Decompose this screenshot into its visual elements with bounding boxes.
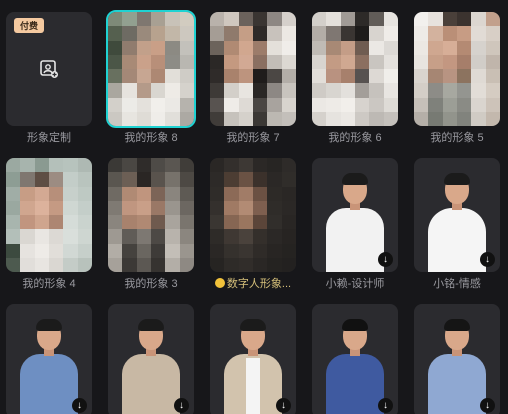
download-icon[interactable]: ↓ (378, 252, 393, 267)
coin-icon (214, 278, 225, 288)
download-icon[interactable]: ↓ (276, 398, 291, 413)
avatar-label: 我的形象 6 (328, 132, 382, 144)
avatar-label: 我的形象 4 (22, 278, 76, 290)
avatar-grid: 付费 形象定制 我的形象 8 我的形象 7 我的形象 6 我的形象 5 我的形象… (0, 0, 508, 414)
avatar-cell[interactable]: 数字人形象... (210, 158, 296, 292)
avatar-cell[interactable]: ↓ 小铭-情感 (414, 158, 500, 292)
download-icon[interactable]: ↓ (174, 398, 189, 413)
avatar-cell[interactable]: ↓ (108, 304, 194, 414)
avatar-thumbnail[interactable] (210, 158, 296, 272)
download-icon[interactable]: ↓ (480, 398, 495, 413)
avatar-cell[interactable]: ↓ (312, 304, 398, 414)
avatar-label: 小铭-情感 (433, 278, 481, 290)
avatar-cell[interactable]: 我的形象 3 (108, 158, 194, 292)
pixelated-photo (108, 12, 194, 126)
paid-badge: 付费 (14, 18, 45, 33)
avatar-cell[interactable]: ↓ 小赖-设计师 (312, 158, 398, 292)
avatar-label: 我的形象 8 (124, 132, 178, 144)
avatar-thumbnail[interactable]: ↓ (108, 304, 194, 414)
avatar-thumbnail[interactable]: ↓ (414, 304, 500, 414)
avatar-label: 数字人形象... (210, 276, 296, 292)
avatar-thumbnail[interactable]: ↓ (312, 304, 398, 414)
avatar-thumbnail[interactable] (108, 158, 194, 272)
avatar-cell[interactable]: ↓ (414, 304, 500, 414)
avatar-custom-card[interactable]: 付费 (6, 12, 92, 126)
avatar-cell[interactable]: 我的形象 7 (210, 12, 296, 146)
avatar-thumbnail[interactable] (6, 158, 92, 272)
avatar-thumbnail[interactable] (414, 12, 500, 126)
avatar-label: 小赖-设计师 (325, 278, 385, 290)
pixelated-photo (210, 12, 296, 126)
avatar-label: 我的形象 3 (124, 278, 178, 290)
download-icon[interactable]: ↓ (378, 398, 393, 413)
pixelated-photo (210, 158, 296, 272)
avatar-thumbnail[interactable]: ↓ (312, 158, 398, 272)
pixelated-photo (414, 12, 500, 126)
avatar-custom-cell[interactable]: 付费 形象定制 (6, 12, 92, 146)
avatar-thumbnail[interactable]: ↓ (6, 304, 92, 414)
avatar-label: 形象定制 (27, 132, 71, 144)
avatar-cell[interactable]: 我的形象 5 (414, 12, 500, 146)
avatar-thumbnail[interactable]: ↓ (210, 304, 296, 414)
avatar-thumbnail[interactable] (210, 12, 296, 126)
avatar-cell[interactable]: 我的形象 4 (6, 158, 92, 292)
download-icon[interactable]: ↓ (72, 398, 87, 413)
avatar-cell[interactable]: 我的形象 6 (312, 12, 398, 146)
avatar-cell[interactable]: ↓ (210, 304, 296, 414)
avatar-thumbnail[interactable] (312, 12, 398, 126)
download-icon[interactable]: ↓ (480, 252, 495, 267)
pixelated-photo (6, 158, 92, 272)
pixelated-photo (108, 158, 194, 272)
avatar-cell[interactable]: 我的形象 8 (106, 10, 196, 146)
pixelated-photo (312, 12, 398, 126)
avatar-thumbnail[interactable]: ↓ (414, 158, 500, 272)
avatar-cell[interactable]: ↓ (6, 304, 92, 414)
avatar-label-text: 数字人形象... (226, 278, 292, 290)
avatar-label: 我的形象 5 (430, 132, 484, 144)
add-avatar-icon (40, 60, 58, 78)
avatar-label: 我的形象 7 (226, 132, 280, 144)
avatar-thumbnail[interactable] (106, 10, 196, 128)
